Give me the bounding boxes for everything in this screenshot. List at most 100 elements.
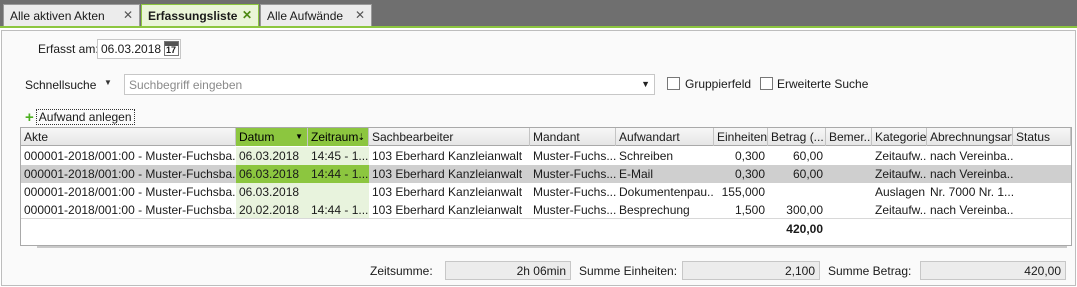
tab-alle-aufwaende[interactable]: Alle Aufwände ✕ [260,4,372,26]
close-icon[interactable]: ✕ [242,8,252,22]
cell-einheiten: 1,500 [734,203,765,217]
grid-summary-row: 420,00 [21,218,1071,238]
cell-abrechnungsart: nach Vereinba... [930,167,1013,181]
gruppierfeld-label: Gruppierfeld [685,77,752,91]
cell-akte: 000001-2018/001:00 - Muster-Fuchsba... [24,167,236,181]
date-label: Erfasst am: [38,42,99,56]
sort-desc-icon: ▼ [295,132,303,141]
cell-status [1013,183,1071,201]
cell-betrag: 300,00 [786,203,823,217]
cell-bemerkung [826,183,872,201]
cell-betrag: 60,00 [792,149,823,163]
cell-aufwandart: E-Mail [619,167,654,181]
cell-kategorie: Auslagen [875,185,926,199]
cell-zeitraum: 14:44 - 1... [308,201,369,219]
einheiten-sum-field: 2,100 [682,261,820,280]
cell-abrechnungsart: Nr. 7000 Nr. 1... [930,185,1013,199]
cell-zeitraum: 14:45 - 1... [308,147,369,165]
tab-bar: Alle aktiven Akten ✕ Erfassungsliste ✕ A… [0,0,1077,28]
dropdown-arrow-icon[interactable]: ▼ [641,79,650,89]
cell-aufwandart: Besprechung [619,203,690,217]
col-header-aufwandart[interactable]: Aufwandart [616,128,714,146]
cell-aufwandart: Dokumentenpau... [619,185,714,199]
cell-abrechnungsart: nach Vereinba... [930,149,1013,163]
betrag-sum-label: Summe Betrag: [828,264,912,278]
grid-total-betrag: 420,00 [786,222,823,236]
sort-icon: ⇣ [357,132,365,142]
table-row[interactable]: 000001-2018/001:00 - Muster-Fuchsba... 0… [21,183,1071,201]
cell-mandant: Muster-Fuchs... [533,185,616,199]
add-aufwand-button[interactable]: + Aufwand anlegen [25,108,135,126]
cell-status [1013,165,1071,183]
cell-datum: 20.02.2018 [236,201,308,219]
cell-einheiten: 0,300 [734,167,765,181]
cell-datum: 06.03.2018 [236,165,308,183]
cell-sachbearbeiter: 103 Eberhard Kanzleianwalt [372,149,523,163]
calendar-icon[interactable]: 17 [164,41,179,56]
col-header-sachbearbeiter[interactable]: Sachbearbeiter [369,128,530,146]
close-icon[interactable]: ✕ [355,8,365,22]
plus-icon: + [25,108,34,126]
cell-bemerkung [826,147,872,165]
date-value: 06.03.2018 [101,42,162,56]
tab-alle-aktiven-akten[interactable]: Alle aktiven Akten ✕ [3,4,140,26]
cell-kategorie: Zeitaufw... [875,149,927,163]
cell-status [1013,201,1071,219]
cell-akte: 000001-2018/001:00 - Muster-Fuchsba... [24,185,236,199]
data-grid: Akte Datum ▼ Zeitraum ⇣ Sachbearbeiter Man… [20,127,1072,248]
cell-zeitraum: 14:44 - 1... [308,165,369,183]
col-header-status[interactable]: Status [1013,128,1071,146]
table-row[interactable]: 000001-2018/001:00 - Muster-Fuchsba... 2… [21,201,1071,219]
cell-kategorie: Zeitaufw... [875,167,927,181]
tab-label: Erfassungsliste [148,8,238,23]
chevron-down-icon[interactable]: ▼ [104,78,112,87]
cell-abrechnungsart: nach Vereinba... [930,203,1013,217]
header-row: Akte Datum ▼ Zeitraum ⇣ Sachbearbeiter Man… [21,128,1071,146]
erweiterte-suche-label: Erweiterte Suche [777,77,869,91]
search-placeholder: Suchbegriff eingeben [129,78,243,92]
col-header-datum[interactable]: Datum ▼ [236,128,308,146]
cell-zeitraum [308,183,369,201]
tab-label: Alle aktiven Akten [10,8,105,23]
tab-erfassungsliste[interactable]: Erfassungsliste ✕ [141,4,259,26]
cell-betrag: 60,00 [792,167,823,181]
cell-bemerkung [826,165,872,183]
col-header-abrechnungsart[interactable]: Abrechnungsart [927,128,1013,146]
table-row-selected[interactable]: 000001-2018/001:00 - Muster-Fuchsba... 0… [21,165,1071,183]
cell-sachbearbeiter: 103 Eberhard Kanzleianwalt [372,185,523,199]
cell-mandant: Muster-Fuchs... [533,149,616,163]
quicksearch-label: Schnellsuche [25,78,97,92]
einheiten-sum-label: Summe Einheiten: [579,264,678,278]
cell-einheiten: 0,300 [734,149,765,163]
date-field[interactable]: 06.03.2018 17 [97,39,181,59]
cell-sachbearbeiter: 103 Eberhard Kanzleianwalt [372,167,523,181]
cell-akte: 000001-2018/001:00 - Muster-Fuchsba... [24,149,236,163]
table-row[interactable]: 000001-2018/001:00 - Muster-Fuchsba... 0… [21,147,1071,165]
col-header-kategorie[interactable]: Kategorie [872,128,927,146]
cell-akte: 000001-2018/001:00 - Muster-Fuchsba... [24,203,236,217]
gruppierfeld-checkbox[interactable] [667,77,680,90]
col-header-bemerkung[interactable]: Bemer... [826,128,872,146]
cell-bemerkung [826,201,872,219]
add-aufwand-label: Aufwand anlegen [35,109,135,125]
cell-datum: 06.03.2018 [236,147,308,165]
col-header-betrag[interactable]: Betrag (... [768,128,826,146]
cell-kategorie: Zeitaufw... [875,203,927,217]
col-header-zeitraum[interactable]: Zeitraum ⇣ [308,128,369,146]
zeitsumme-field: 2h 06min [445,261,571,280]
zeitsumme-label: Zeitsumme: [370,264,433,278]
cell-mandant: Muster-Fuchs... [533,203,616,217]
cell-einheiten: 155,000 [721,185,765,199]
col-header-akte[interactable]: Akte [21,128,236,146]
search-input[interactable]: Suchbegriff eingeben ▼ [124,74,655,95]
col-header-einheiten[interactable]: Einheiten [714,128,768,146]
close-icon[interactable]: ✕ [123,8,133,22]
cell-aufwandart: Schreiben [619,149,674,163]
tab-label: Alle Aufwände [267,8,344,23]
col-header-mandant[interactable]: Mandant [530,128,616,146]
betrag-sum-field: 420,00 [920,261,1066,280]
horizontal-scrollbar[interactable] [37,246,1067,248]
cell-sachbearbeiter: 103 Eberhard Kanzleianwalt [372,203,523,217]
erweiterte-suche-checkbox[interactable] [760,77,773,90]
cell-datum: 06.03.2018 [236,183,308,201]
